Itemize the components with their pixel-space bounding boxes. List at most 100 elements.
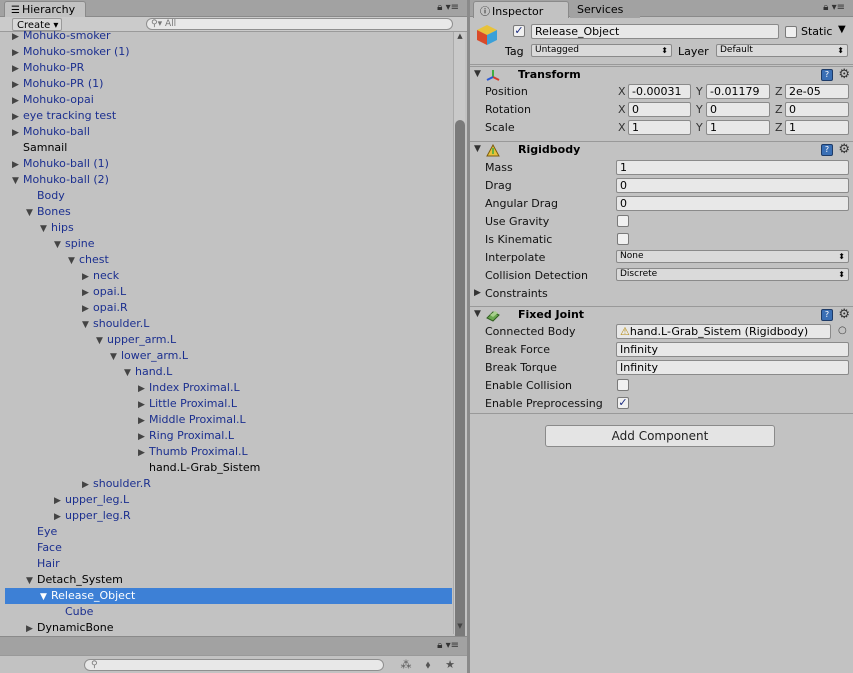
tree-item[interactable]: ▶ Mohuko-smoker (1) (5, 44, 452, 60)
tree-item[interactable]: ▶ opai.L (5, 284, 452, 300)
break-torque-field[interactable]: Infinity (616, 360, 849, 375)
help-book-icon[interactable]: ? (821, 69, 833, 81)
foldout-expanded-icon[interactable]: ▼ (474, 69, 481, 79)
tree-item[interactable]: ▶ Thumb Proximal.L (5, 444, 452, 460)
scale-z-field[interactable]: 1 (785, 120, 849, 135)
foldout-collapsed-icon[interactable]: ▶ (138, 445, 149, 461)
hierarchy-scrollbar[interactable]: ▲ ▼ (453, 32, 465, 648)
tab-menu-icon[interactable]: ▾≡ (446, 2, 459, 13)
transform-header[interactable]: ▼ Transform ? ⚙ (470, 66, 853, 83)
tree-item[interactable]: ▼ Bones (5, 204, 452, 220)
scroll-up-icon[interactable]: ▲ (455, 32, 465, 42)
foldout-collapsed-icon[interactable]: ▶ (82, 269, 93, 285)
tree-item[interactable]: ▼ spine (5, 236, 452, 252)
tree-item[interactable]: ▼ hips (5, 220, 452, 236)
static-dropdown-icon[interactable]: ▼ (838, 24, 846, 35)
lock-icon[interactable]: 🔒︎ (437, 2, 442, 13)
tab-menu-icon[interactable]: ▾≡ (446, 640, 459, 651)
break-force-field[interactable]: Infinity (616, 342, 849, 357)
foldout-expanded-icon[interactable]: ▼ (474, 309, 481, 319)
foldout-expanded-icon[interactable]: ▼ (40, 589, 51, 605)
tree-item[interactable]: Cube (5, 604, 452, 620)
position-y-field[interactable]: -0.01179 (706, 84, 770, 99)
rotation-z-field[interactable]: 0 (785, 102, 849, 117)
foldout-collapsed-icon[interactable]: ▶ (138, 413, 149, 429)
foldout-expanded-icon[interactable]: ▼ (12, 173, 23, 189)
tree-item[interactable]: ▼ lower_arm.L (5, 348, 452, 364)
is-kinematic-checkbox[interactable] (617, 233, 629, 245)
foldout-collapsed-icon[interactable]: ▶ (474, 288, 481, 298)
foldout-expanded-icon[interactable]: ▼ (82, 317, 93, 333)
tree-item[interactable]: ▶ neck (5, 268, 452, 284)
gear-icon[interactable]: ⚙ (838, 67, 850, 82)
foldout-collapsed-icon[interactable]: ▶ (12, 45, 23, 61)
tree-item[interactable]: ▶ opai.R (5, 300, 452, 316)
foldout-collapsed-icon[interactable]: ▶ (12, 30, 23, 45)
tree-item[interactable]: ▶ Mohuko-ball (5, 124, 452, 140)
tree-item[interactable]: Body (5, 188, 452, 204)
help-book-icon[interactable]: ? (821, 309, 833, 321)
object-picker-icon[interactable]: ○ (838, 325, 847, 336)
help-book-icon[interactable]: ? (821, 144, 833, 156)
tab-menu-icon[interactable]: ▾≡ (832, 2, 845, 13)
gear-icon[interactable]: ⚙ (838, 307, 850, 322)
foldout-collapsed-icon[interactable]: ▶ (138, 397, 149, 413)
foldout-expanded-icon[interactable]: ▼ (124, 365, 135, 381)
position-z-field[interactable]: 2e-05 (785, 84, 849, 99)
tree-item[interactable]: Hair (5, 556, 452, 572)
tag-dropdown[interactable]: Untagged ⬍ (531, 44, 672, 57)
tree-item[interactable]: Face (5, 540, 452, 556)
interpolate-dropdown[interactable]: None ⬍ (616, 250, 849, 263)
tree-item[interactable]: ▼ shoulder.L (5, 316, 452, 332)
foldout-collapsed-icon[interactable]: ▶ (12, 157, 23, 173)
tab-inspector[interactable]: ⓘ Inspector (473, 1, 569, 18)
fixed-joint-header[interactable]: ▼ Fixed Joint ? ⚙ (470, 306, 853, 323)
tree-item[interactable]: ▼ hand.L (5, 364, 452, 380)
connected-body-field[interactable]: ⚠︎hand.L-Grab_Sistem (Rigidbody) (616, 324, 831, 339)
tree-item[interactable]: ▶ DynamicBone (5, 620, 452, 634)
foldout-expanded-icon[interactable]: ▼ (26, 573, 37, 589)
tree-item[interactable]: ▼ Detach_System (5, 572, 452, 588)
foldout-collapsed-icon[interactable]: ▶ (12, 125, 23, 141)
foldout-collapsed-icon[interactable]: ▶ (12, 93, 23, 109)
tree-item[interactable]: ▶ upper_leg.L (5, 492, 452, 508)
lock-icon[interactable]: 🔒︎ (437, 640, 442, 651)
enable-preprocessing-checkbox[interactable]: ✓ (617, 397, 629, 409)
tree-item[interactable]: Eye (5, 524, 452, 540)
angular-drag-field[interactable]: 0 (616, 196, 849, 211)
tree-item[interactable]: ▶ Ring Proximal.L (5, 428, 452, 444)
rotation-x-field[interactable]: 0 (628, 102, 691, 117)
tree-item[interactable]: ▶ Mohuko-PR (5, 60, 452, 76)
foldout-collapsed-icon[interactable]: ▶ (82, 301, 93, 317)
foldout-collapsed-icon[interactable]: ▶ (12, 77, 23, 93)
foldout-collapsed-icon[interactable]: ▶ (54, 509, 65, 525)
scale-x-field[interactable]: 1 (628, 120, 691, 135)
foldout-expanded-icon[interactable]: ▼ (68, 253, 79, 269)
lower-search-input[interactable]: ⚲ (84, 659, 384, 671)
tree-item[interactable]: ▼ Mohuko-ball (2) (5, 172, 452, 188)
hierarchy-search-input[interactable]: ⚲▾ All (146, 18, 453, 30)
foldout-collapsed-icon[interactable]: ▶ (82, 477, 93, 493)
mass-field[interactable]: 1 (616, 160, 849, 175)
tree-item[interactable]: ▶ eye tracking test (5, 108, 452, 124)
enable-collision-checkbox[interactable] (617, 379, 629, 391)
use-gravity-checkbox[interactable] (617, 215, 629, 227)
tree-item[interactable]: hand.L-Grab_Sistem (5, 460, 452, 476)
object-name-field[interactable]: Release_Object (531, 24, 779, 39)
add-component-button[interactable]: Add Component (545, 425, 775, 447)
collision-detection-dropdown[interactable]: Discrete ⬍ (616, 268, 849, 281)
foldout-collapsed-icon[interactable]: ▶ (138, 381, 149, 397)
foldout-expanded-icon[interactable]: ▼ (474, 144, 481, 154)
constraints-label[interactable]: Constraints (485, 287, 548, 300)
foldout-expanded-icon[interactable]: ▼ (96, 333, 107, 349)
tree-item[interactable]: ▶ Middle Proximal.L (5, 412, 452, 428)
foldout-expanded-icon[interactable]: ▼ (54, 237, 65, 253)
tree-item[interactable]: ▼ upper_arm.L (5, 332, 452, 348)
foldout-collapsed-icon[interactable]: ▶ (54, 493, 65, 509)
foldout-collapsed-icon[interactable]: ▶ (138, 429, 149, 445)
favorite-star-icon[interactable]: ★ (442, 658, 458, 672)
tree-item[interactable]: ▶ Mohuko-PR (1) (5, 76, 452, 92)
label-tag-icon[interactable]: ⬧ (420, 658, 436, 672)
tree-item[interactable]: ▶ Mohuko-ball (1) (5, 156, 452, 172)
tree-item[interactable]: ▶ Little Proximal.L (5, 396, 452, 412)
